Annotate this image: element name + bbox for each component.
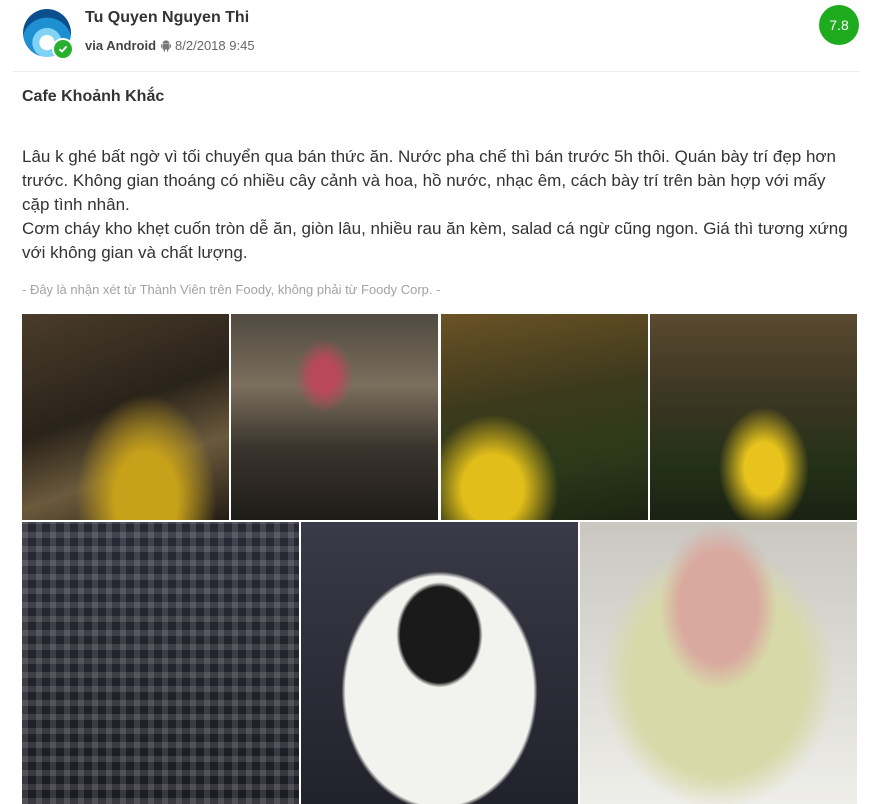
user-avatar[interactable] — [23, 9, 74, 60]
post-timestamp: 8/2/2018 9:45 — [175, 38, 255, 53]
via-device: via Android — [85, 38, 157, 53]
review-card: Tu Quyen Nguyen Thi via Android 8/2/2018… — [0, 0, 875, 804]
post-meta: via Android 8/2/2018 9:45 — [85, 38, 255, 53]
member-disclaimer: - Đây là nhận xét từ Thành Viên trên Foo… — [22, 282, 441, 297]
photo-tuna-salad[interactable] — [580, 522, 857, 804]
user-name[interactable]: Tu Quyen Nguyen Thi — [85, 9, 249, 27]
photo-com-chay-kho-quet[interactable] — [301, 522, 578, 804]
photo-cafe-garden-lights[interactable] — [650, 314, 857, 520]
photo-cafe-entrance[interactable] — [22, 314, 229, 520]
photo-cafe-garden-plants[interactable] — [441, 314, 648, 520]
photo-cafe-interior-flowers[interactable] — [231, 314, 438, 520]
android-icon — [161, 39, 172, 52]
verified-check-icon — [52, 38, 74, 60]
header-divider — [13, 71, 860, 72]
review-body: Lâu k ghé bất ngờ vì tối chuyển qua bán … — [22, 145, 852, 265]
review-title[interactable]: Cafe Khoảnh Khắc — [22, 88, 164, 106]
review-score-badge: 7.8 — [819, 5, 859, 45]
review-paragraph: Lâu k ghé bất ngờ vì tối chuyển qua bán … — [22, 147, 837, 214]
photo-table-setting[interactable] — [22, 522, 299, 804]
review-paragraph: Cơm cháy kho khẹt cuốn tròn dễ ăn, giòn … — [22, 219, 848, 262]
